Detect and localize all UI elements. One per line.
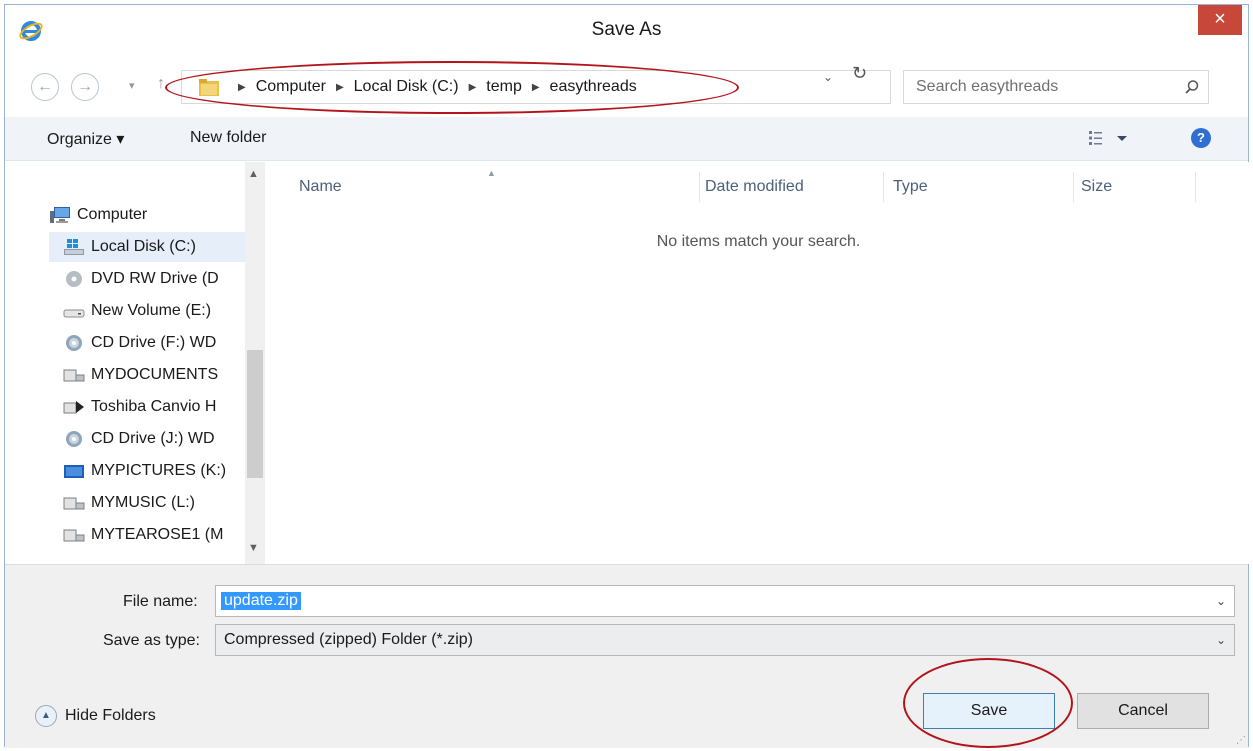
- tree-item-label: Toshiba Canvio H: [91, 398, 217, 415]
- breadcrumb-separator-icon: ▶: [238, 81, 246, 93]
- help-icon[interactable]: ?: [1191, 128, 1211, 148]
- tree-item-label: MYDOCUMENTS: [91, 366, 219, 383]
- file-name-field[interactable]: update.zip ⌄: [215, 585, 1235, 617]
- column-divider[interactable]: [883, 172, 884, 202]
- column-divider[interactable]: [699, 172, 700, 202]
- tree-item-toshiba[interactable]: Toshiba Canvio H: [63, 392, 216, 422]
- navigation-bar: ← → ▾ ↑ ▶ Computer ▶ Local Disk (C:) ▶ t…: [5, 57, 1248, 117]
- save-as-type-label: Save as type:: [103, 632, 200, 649]
- search-icon[interactable]: [1184, 79, 1200, 95]
- tree-item-label: MYTEAROSE1 (M: [91, 526, 224, 543]
- save-as-dialog: Save As × ← → ▾ ↑ ▶ Computer ▶ Local Dis…: [4, 4, 1250, 748]
- computer-icon: [50, 207, 70, 223]
- save-button[interactable]: Save: [923, 693, 1055, 729]
- forward-button[interactable]: →: [71, 73, 99, 101]
- back-button[interactable]: ←: [31, 73, 59, 101]
- network-drive-icon: [63, 369, 85, 382]
- scroll-down-icon[interactable]: ▼: [248, 542, 259, 554]
- resize-grip-icon[interactable]: ⋰: [1236, 735, 1246, 746]
- recent-locations-button[interactable]: ▾: [129, 79, 135, 92]
- refresh-icon[interactable]: ↻: [852, 63, 867, 84]
- tree-item-label: DVD RW Drive (D: [91, 270, 219, 287]
- file-name-value[interactable]: update.zip: [221, 592, 301, 610]
- search-input[interactable]: Search easythreads: [916, 78, 1058, 96]
- chevron-down-icon[interactable]: ⌄: [1216, 594, 1226, 608]
- column-divider[interactable]: [1195, 172, 1196, 202]
- tree-item-dvd-drive[interactable]: DVD RW Drive (D: [63, 264, 219, 294]
- network-drive-icon: [64, 465, 84, 478]
- tree-item-mytearose1[interactable]: MYTEAROSE1 (M: [63, 520, 223, 550]
- tree-item-mymusic[interactable]: MYMUSIC (L:): [63, 488, 195, 518]
- dialog-title: Save As: [591, 19, 662, 40]
- column-header-type[interactable]: Type: [893, 178, 928, 196]
- tree-item-label: MYMUSIC (L:): [91, 494, 195, 511]
- tree-item-label: CD Drive (J:) WD: [91, 430, 215, 447]
- file-list: ▲ Name Date modified Type Size No items …: [267, 162, 1250, 564]
- command-bar: Organize ▾ New folder ?: [5, 117, 1248, 161]
- empty-message: No items match your search.: [656, 233, 861, 250]
- tree-item-cd-drive-j[interactable]: CD Drive (J:) WD: [63, 424, 215, 454]
- collapse-up-icon[interactable]: ▲: [35, 705, 57, 727]
- scroll-up-icon[interactable]: ▲: [248, 168, 259, 180]
- folder-icon: [199, 79, 219, 96]
- column-header-date-modified[interactable]: Date modified: [705, 178, 804, 196]
- address-bar[interactable]: ▶ Computer ▶ Local Disk (C:) ▶ temp ▶ ea…: [181, 70, 891, 104]
- column-divider[interactable]: [1073, 172, 1074, 202]
- tree-item-new-volume[interactable]: New Volume (E:): [63, 296, 211, 326]
- close-button[interactable]: ×: [1198, 5, 1242, 35]
- title-bar: Save As ×: [5, 5, 1248, 57]
- dvd-drive-icon: [66, 271, 82, 287]
- tree-item-cd-drive-f[interactable]: CD Drive (F:) WD: [63, 328, 216, 358]
- chevron-down-icon[interactable]: ⌄: [1216, 633, 1226, 647]
- tree-item-label: CD Drive (F:) WD: [91, 334, 217, 351]
- new-folder-button[interactable]: New folder: [190, 129, 266, 147]
- save-as-type-value[interactable]: Compressed (zipped) Folder (*.zip): [224, 631, 473, 649]
- scrollbar-thumb[interactable]: [247, 350, 263, 478]
- breadcrumb: ▶ Computer ▶ Local Disk (C:) ▶ temp ▶ ea…: [228, 78, 637, 96]
- hide-folders-label[interactable]: Hide Folders: [65, 707, 156, 725]
- tree-item-label: New Volume (E:): [91, 302, 212, 319]
- network-drive-icon: [63, 529, 85, 542]
- tree-item-label: Local Disk (C:): [91, 238, 196, 255]
- save-options-panel: File name: update.zip ⌄ Save as type: Co…: [5, 564, 1248, 748]
- breadcrumb-temp[interactable]: temp: [486, 78, 522, 96]
- sort-ascending-icon: ▲: [487, 168, 496, 178]
- network-drive-icon: [63, 401, 84, 414]
- column-header-size[interactable]: Size: [1081, 178, 1112, 196]
- breadcrumb-separator-icon[interactable]: ▶: [336, 82, 344, 93]
- column-header-name[interactable]: Name: [299, 178, 342, 196]
- cd-drive-icon: [66, 335, 82, 351]
- breadcrumb-local-disk[interactable]: Local Disk (C:): [354, 78, 459, 96]
- navigation-pane-scrollbar[interactable]: ▲ ▼: [245, 162, 265, 564]
- tree-item-label: Computer: [77, 206, 148, 223]
- tree-item-label: MYPICTURES (K:): [91, 462, 227, 479]
- search-box[interactable]: Search easythreads: [903, 70, 1209, 104]
- file-name-label: File name:: [123, 593, 198, 610]
- tree-item-mypictures[interactable]: MYPICTURES (K:): [63, 456, 226, 486]
- organize-button[interactable]: Organize ▾: [47, 129, 124, 149]
- tree-item-mydocuments[interactable]: MYDOCUMENTS: [63, 360, 218, 390]
- breadcrumb-separator-icon[interactable]: ▶: [532, 82, 540, 93]
- drive-icon: [63, 309, 85, 318]
- save-as-type-select[interactable]: Compressed (zipped) Folder (*.zip) ⌄: [215, 624, 1235, 656]
- network-drive-icon: [63, 497, 85, 510]
- up-button[interactable]: ↑: [157, 75, 165, 93]
- tree-item-computer[interactable]: Computer: [49, 200, 245, 230]
- breadcrumb-separator-icon[interactable]: ▶: [469, 82, 477, 93]
- hide-folders-button[interactable]: ▲ Hide Folders: [35, 705, 156, 727]
- cancel-button[interactable]: Cancel: [1077, 693, 1209, 729]
- breadcrumb-easythreads[interactable]: easythreads: [550, 78, 637, 96]
- local-disk-icon: [64, 239, 84, 255]
- cd-drive-icon: [66, 431, 82, 447]
- tree-item-local-disk[interactable]: Local Disk (C:): [49, 232, 245, 262]
- navigation-pane: Computer Local Disk (C:) DVD RW Drive (D…: [5, 162, 267, 564]
- change-view-icon[interactable]: [1087, 128, 1133, 148]
- address-history-button[interactable]: ⌄: [823, 70, 833, 84]
- breadcrumb-computer[interactable]: Computer: [256, 78, 326, 96]
